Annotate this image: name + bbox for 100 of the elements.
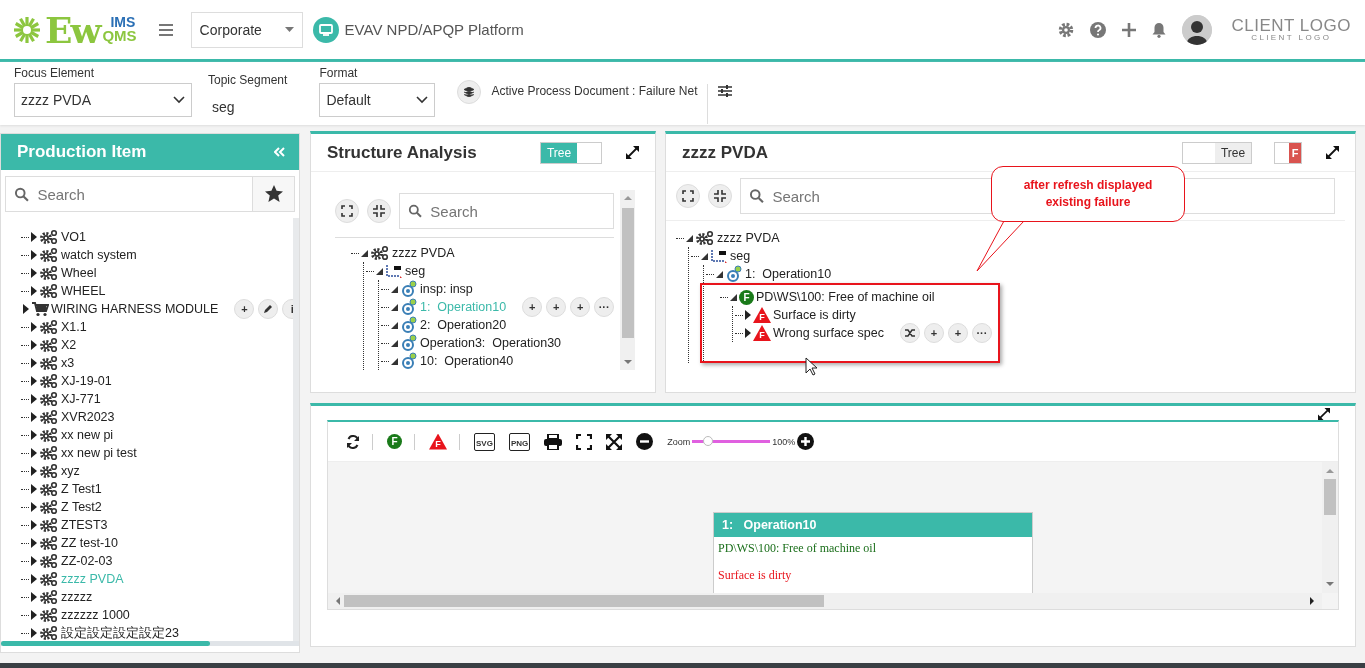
tree-node[interactable]: XJ-771 (61, 392, 101, 406)
collapsed-icon[interactable] (31, 322, 37, 332)
expanded-icon[interactable] (701, 252, 708, 260)
fit-icon[interactable] (576, 433, 593, 450)
expanded-icon[interactable] (391, 339, 398, 347)
collapsed-icon[interactable] (31, 556, 37, 566)
expanded-icon[interactable] (391, 357, 398, 365)
tree-node[interactable]: xyz (61, 464, 80, 478)
tree-node[interactable]: insp: insp (420, 282, 473, 296)
expand-all-button[interactable] (676, 184, 700, 208)
tree-node[interactable]: xx new pi (61, 428, 114, 442)
scrollbar[interactable] (1322, 462, 1338, 593)
tree-node[interactable]: XJ-19-01 (61, 374, 112, 388)
action-button[interactable]: ··· (971, 323, 992, 343)
search-field[interactable]: Search (5, 176, 253, 212)
expanded-icon[interactable] (391, 321, 398, 329)
tree-node[interactable]: X1.1 (61, 320, 87, 334)
collapsed-icon[interactable] (31, 232, 37, 242)
tree-node[interactable]: WIRING HARNESS MODULE (51, 302, 219, 316)
collapsed-icon[interactable] (31, 484, 37, 494)
action-button[interactable]: + (570, 297, 591, 317)
tree-node[interactable]: ZZ-02-03 (61, 554, 113, 568)
tree-node[interactable]: ZZ test-10 (61, 536, 118, 550)
scrollbar[interactable] (328, 593, 1322, 609)
tree-node[interactable]: Wrong surface spec (773, 326, 884, 340)
zoom-thumb[interactable] (702, 436, 713, 446)
tree-node[interactable]: 1: Operation10 (745, 267, 832, 281)
zoom-out-icon[interactable] (636, 433, 654, 450)
diagram-card[interactable]: 1: Operation10 PD\WS\100: Free of machine oil Surface is dirty (713, 512, 1033, 593)
edit-button[interactable] (258, 299, 279, 319)
tree-node[interactable]: WHEEL (61, 284, 106, 298)
tree-node[interactable]: zzzzzz 1000 (61, 608, 130, 622)
collapsed-icon[interactable] (745, 328, 751, 338)
tree-node[interactable]: 設定設定設定設定23 (61, 624, 179, 641)
expand-icon[interactable] (626, 146, 639, 159)
expanded-icon[interactable] (686, 234, 693, 242)
collapsed-icon[interactable] (31, 412, 37, 422)
failure-toggle[interactable]: F (1274, 141, 1302, 164)
expanded-icon[interactable] (391, 285, 398, 293)
search-field[interactable]: Search (399, 193, 615, 229)
collapsed-icon[interactable] (31, 448, 37, 458)
expand-icon[interactable] (1318, 408, 1330, 420)
tree-node[interactable]: X2 (61, 338, 77, 352)
add-icon[interactable] (1121, 22, 1136, 37)
tree-node[interactable]: zzzz PVDA (392, 246, 455, 260)
tree-node[interactable]: zzzz PVDA (717, 231, 780, 245)
expand-icon[interactable] (1326, 146, 1339, 159)
expand-all-button[interactable] (335, 199, 359, 223)
export-icon[interactable]: SVG (474, 432, 495, 451)
collapsed-icon[interactable] (31, 286, 37, 296)
avatar[interactable] (1181, 14, 1212, 45)
export-icon[interactable]: PNG (508, 432, 531, 451)
collapsed-icon[interactable] (23, 304, 29, 314)
tree-node[interactable]: Surface is dirty (773, 308, 856, 322)
scrollbar[interactable] (620, 190, 635, 370)
print-icon[interactable] (544, 433, 563, 450)
action-button[interactable]: i (282, 299, 293, 319)
action-button[interactable]: + (947, 323, 968, 343)
collapsed-icon[interactable] (31, 340, 37, 350)
collapsed-icon[interactable] (31, 592, 37, 602)
tree-node[interactable]: Z Test1 (61, 482, 102, 496)
action-button[interactable]: + (234, 299, 255, 319)
tree-node[interactable]: watch system (61, 248, 137, 262)
refresh-icon[interactable] (346, 434, 360, 449)
layers-button[interactable] (457, 80, 482, 104)
collapse-all-button[interactable] (708, 184, 732, 208)
tree-node[interactable]: Operation3: Operation30 (420, 336, 562, 350)
tree-node[interactable]: xx new pi test (61, 446, 137, 460)
collapsed-icon[interactable] (31, 520, 37, 530)
menu-icon[interactable] (158, 23, 173, 36)
focus-element-select[interactable]: zzzz PVDA (14, 83, 192, 117)
tree-node[interactable]: seg (405, 264, 426, 278)
tree-node[interactable]: 10: Operation40 (420, 354, 514, 368)
action-button[interactable]: + (546, 297, 567, 317)
expand-icon[interactable] (606, 433, 623, 450)
expanded-icon[interactable] (361, 249, 368, 257)
company-select[interactable]: Corporate (190, 11, 303, 48)
expanded-icon[interactable] (376, 267, 383, 275)
collapsed-icon[interactable] (31, 250, 37, 260)
collapsed-icon[interactable] (31, 394, 37, 404)
collapsed-icon[interactable] (31, 574, 37, 584)
function-badge[interactable]: F (387, 434, 402, 449)
zoom-in-icon[interactable] (797, 433, 815, 450)
collapsed-icon[interactable] (31, 502, 37, 512)
favorites-button[interactable] (253, 176, 295, 212)
tree-node[interactable]: seg (730, 249, 751, 263)
collapsed-icon[interactable] (745, 310, 751, 320)
sliders-icon[interactable] (718, 84, 733, 98)
tree-node[interactable]: PD\WS\100: Free of machine oil (756, 290, 935, 304)
tree-node[interactable]: XVR2023 (61, 410, 115, 424)
expanded-icon[interactable] (716, 270, 723, 278)
bell-icon[interactable] (1151, 21, 1166, 38)
expanded-icon[interactable] (391, 303, 398, 311)
tree-node[interactable]: ZTEST3 (61, 518, 108, 532)
action-button[interactable]: + (522, 297, 543, 317)
collapsed-icon[interactable] (31, 628, 37, 638)
tree-node[interactable]: Wheel (61, 266, 97, 280)
action-button[interactable]: + (923, 323, 944, 343)
collapsed-icon[interactable] (31, 358, 37, 368)
tree-node[interactable]: x3 (61, 356, 75, 370)
